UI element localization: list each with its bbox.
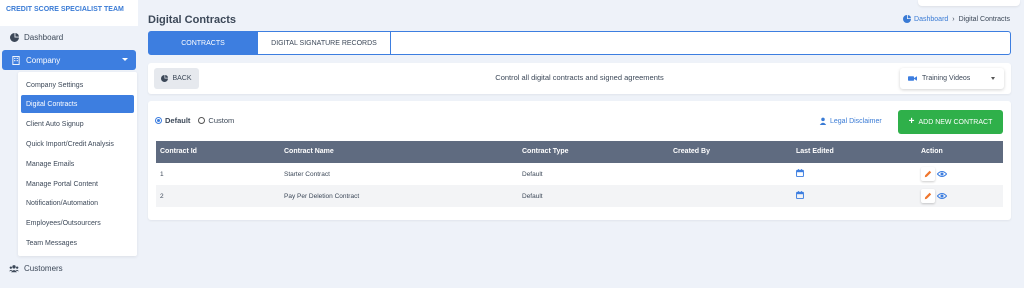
submenu-item-digital-contracts[interactable]: Digital Contracts bbox=[21, 95, 134, 113]
contracts-card: Default Custom Legal Disclaimer + ADD NE… bbox=[148, 101, 1011, 220]
add-new-contract-button[interactable]: + ADD NEW CONTRACT bbox=[898, 110, 1003, 134]
user-shield-icon bbox=[819, 117, 827, 125]
chevron-down-icon bbox=[122, 58, 128, 61]
toolbar: BACK Control all digital contracts and s… bbox=[148, 63, 1011, 94]
building-icon bbox=[11, 55, 21, 65]
plus-icon: + bbox=[908, 116, 915, 127]
sidebar-item-label: Dashboard bbox=[24, 32, 64, 42]
tab-bar: CONTRACTS DIGITAL SIGNATURE RECORDS bbox=[148, 31, 1011, 55]
video-camera-icon bbox=[908, 76, 917, 81]
cell-contract-name: Pay Per Deletion Contract bbox=[284, 193, 360, 200]
table-header: Contract Id Contract Name Contract Type … bbox=[156, 141, 1003, 163]
cell-contract-name: Starter Contract bbox=[284, 171, 330, 178]
submenu-item-manage-emails[interactable]: Manage Emails bbox=[21, 155, 134, 173]
legal-disclaimer-link[interactable]: Legal Disclaimer bbox=[819, 117, 882, 125]
pencil-icon bbox=[924, 170, 932, 178]
users-icon bbox=[9, 263, 19, 273]
dashboard-icon bbox=[903, 15, 912, 23]
sidebar: CREDIT SCORE SPECIALIST TEAM Dashboard C… bbox=[0, 0, 138, 288]
table-row: 2 Pay Per Deletion Contract Default bbox=[156, 185, 1003, 207]
submenu-item-team-messages[interactable]: Team Messages bbox=[21, 234, 134, 252]
radio-custom[interactable]: Custom bbox=[198, 116, 234, 125]
radio-default[interactable]: Default bbox=[155, 116, 190, 125]
radio-checked-icon bbox=[155, 117, 162, 124]
radio-unchecked-icon bbox=[198, 117, 206, 124]
page-title: Digital Contracts bbox=[148, 14, 237, 26]
breadcrumb: Dashboard › Digital Contracts bbox=[903, 15, 1010, 23]
radio-default-label: Default bbox=[165, 116, 191, 125]
training-videos-label: Training Videos bbox=[922, 75, 971, 82]
dashboard-icon bbox=[9, 32, 19, 42]
column-header-contract-type: Contract Type bbox=[522, 148, 569, 155]
radio-custom-label: Custom bbox=[208, 116, 235, 125]
user-menu-edge[interactable] bbox=[918, 0, 1020, 6]
column-header-contract-id: Contract Id bbox=[160, 148, 197, 155]
cell-contract-type: Default bbox=[522, 171, 543, 178]
training-videos-select[interactable]: Training Videos bbox=[900, 68, 1004, 89]
edit-button[interactable] bbox=[921, 167, 935, 181]
submenu-item-client-auto-signup[interactable]: Client Auto Signup bbox=[21, 115, 134, 133]
contract-type-filter: Default Custom bbox=[155, 116, 242, 125]
sidebar-item-label: Customers bbox=[24, 263, 63, 273]
calendar-icon bbox=[796, 191, 804, 199]
eye-icon[interactable] bbox=[937, 169, 947, 179]
column-header-last-edited: Last Edited bbox=[796, 148, 834, 155]
table-row: 1 Starter Contract Default bbox=[156, 163, 1003, 185]
cell-contract-id: 1 bbox=[160, 171, 164, 178]
column-header-created-by: Created By bbox=[673, 148, 710, 155]
sidebar-item-dashboard[interactable]: Dashboard bbox=[0, 27, 138, 47]
submenu-item-notification-automation[interactable]: Notification/Automation bbox=[21, 194, 134, 212]
sidebar-item-customers[interactable]: Customers bbox=[0, 259, 138, 277]
tab-digital-signature-records[interactable]: DIGITAL SIGNATURE RECORDS bbox=[258, 32, 391, 54]
cell-contract-type: Default bbox=[522, 193, 543, 200]
company-submenu: Company Settings Digital Contracts Clien… bbox=[18, 72, 137, 256]
sidebar-item-company[interactable]: Company bbox=[2, 50, 136, 70]
breadcrumb-current: Digital Contracts bbox=[958, 15, 1010, 23]
submenu-item-manage-portal-content[interactable]: Manage Portal Content bbox=[21, 175, 134, 193]
add-new-contract-label: ADD NEW CONTRACT bbox=[918, 118, 993, 126]
breadcrumb-separator: › bbox=[952, 15, 955, 23]
toolbar-message: Control all digital contracts and signed… bbox=[495, 73, 664, 82]
brand-name: CREDIT SCORE SPECIALIST TEAM bbox=[0, 0, 138, 26]
edit-button[interactable] bbox=[921, 189, 935, 203]
cell-contract-id: 2 bbox=[160, 193, 164, 200]
breadcrumb-dashboard-link[interactable]: Dashboard bbox=[903, 15, 948, 23]
column-header-action: Action bbox=[921, 148, 943, 155]
eye-icon[interactable] bbox=[937, 191, 947, 201]
submenu-item-company-settings[interactable]: Company Settings bbox=[21, 76, 134, 94]
breadcrumb-root-label: Dashboard bbox=[914, 15, 949, 23]
chevron-down-icon bbox=[991, 77, 995, 80]
pencil-icon bbox=[924, 192, 932, 200]
submenu-item-quick-import[interactable]: Quick Import/Credit Analysis bbox=[21, 135, 134, 153]
legal-disclaimer-label: Legal Disclaimer bbox=[830, 117, 882, 125]
column-header-contract-name: Contract Name bbox=[284, 148, 334, 155]
sidebar-item-label: Company bbox=[26, 55, 61, 65]
submenu-item-employees-outsourcers[interactable]: Employees/Outsourcers bbox=[21, 214, 134, 232]
calendar-icon bbox=[796, 169, 804, 177]
tab-contracts[interactable]: CONTRACTS bbox=[149, 32, 258, 54]
